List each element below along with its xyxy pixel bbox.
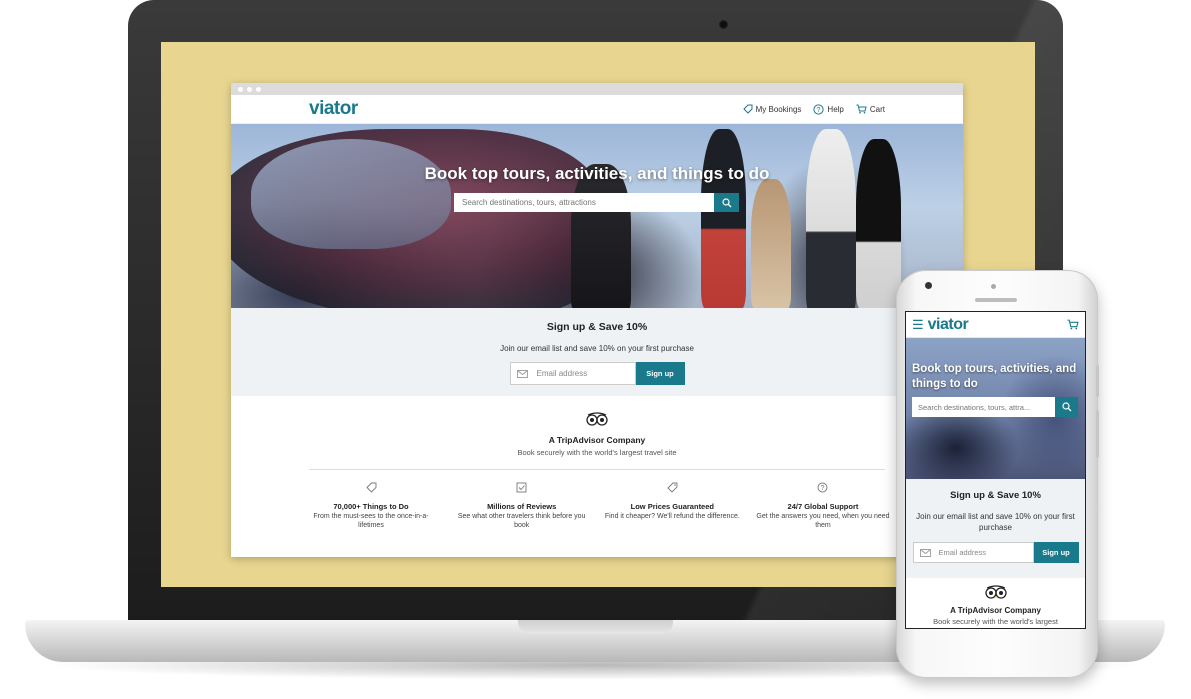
feature-item: ? 24/7 Global Support Get the answers yo… <box>753 480 893 531</box>
nav-label: Cart <box>869 104 885 114</box>
mobile-hero-title: Book top tours, activities, and things t… <box>912 363 1077 390</box>
tripadvisor-owl-icon <box>984 585 1007 599</box>
search-button[interactable] <box>714 193 739 212</box>
phone-volume-button <box>1096 410 1099 458</box>
browser-titlebar <box>231 83 963 95</box>
email-placeholder: Email address <box>536 369 588 378</box>
feature-title: 24/7 Global Support <box>787 502 859 511</box>
hero-banner: Book top tours, activities, and things t… <box>231 124 963 308</box>
phone-sensor <box>991 284 996 289</box>
hero-search <box>454 193 739 212</box>
signup-subtitle: Join our email list and save 10% on your… <box>500 344 694 353</box>
hamburger-menu-icon[interactable]: ☰ <box>912 318 924 331</box>
feature-desc: Find it cheaper? We'll refund the differ… <box>604 513 740 520</box>
cart-icon <box>856 104 867 114</box>
tag-icon <box>742 104 753 114</box>
mobile-signup-button[interactable]: Sign up <box>1033 542 1079 564</box>
feature-desc: From the must-sees to the once-in-a-life… <box>313 513 429 530</box>
svg-text:?: ? <box>821 485 825 492</box>
phone-camera-icon <box>925 282 932 289</box>
mobile-header: ☰ viator <box>906 312 1085 338</box>
mobile-signup-section: Sign up & Save 10% Join our email list a… <box>906 479 1085 578</box>
mobile-email-field[interactable]: Email address <box>912 542 1034 564</box>
svg-text:?: ? <box>817 107 821 114</box>
hero-image-person <box>571 164 631 308</box>
hero-image-person <box>701 129 746 308</box>
hero-title: Book top tours, activities, and things t… <box>424 164 770 183</box>
tripadvisor-title: A TripAdvisor Company <box>548 435 646 445</box>
help-circle-icon: ? <box>813 103 825 115</box>
mobile-search-input[interactable] <box>912 397 1055 417</box>
mobile-signup-subtitle: Join our email list and save 10% on your… <box>916 512 1075 533</box>
mobile-signup-form: Email address Sign up <box>906 542 1085 564</box>
window-dot-close-icon[interactable] <box>238 86 243 92</box>
feature-title: 70,000+ Things to Do <box>333 502 409 511</box>
hero-image-person <box>751 179 791 308</box>
cart-icon[interactable] <box>1067 319 1079 330</box>
header-nav: My Bookings ? Help Cart <box>742 103 885 115</box>
window-dot-maximize-icon[interactable] <box>256 86 261 92</box>
envelope-icon <box>919 548 931 557</box>
phone-power-button <box>1096 365 1099 397</box>
feature-item: Millions of Reviews See what other trave… <box>452 480 592 531</box>
mobile-hero-search <box>912 397 1078 417</box>
features-row: 70,000+ Things to Do From the must-sees … <box>231 470 963 531</box>
mobile-search-button[interactable] <box>1055 397 1078 417</box>
price-tag-icon <box>667 482 678 493</box>
feature-item: 70,000+ Things to Do From the must-sees … <box>301 480 441 531</box>
signup-section: Sign up & Save 10% Join our email list a… <box>231 308 963 396</box>
feature-desc: See what other travelers think before yo… <box>457 513 586 530</box>
tripadvisor-owl-icon <box>586 412 608 426</box>
nav-label: Help <box>827 104 844 114</box>
laptop-notch <box>518 620 673 634</box>
tag-icon <box>365 482 376 493</box>
site-header: viator My Bookings ? Help Cart <box>231 95 963 124</box>
mobile-tripadvisor-title: A TripAdvisor Company <box>950 606 1041 615</box>
search-input[interactable] <box>454 193 714 212</box>
checkbox-icon <box>516 482 527 493</box>
search-icon <box>721 197 731 207</box>
mobile-email-placeholder: Email address <box>938 548 987 558</box>
envelope-icon <box>516 369 528 378</box>
nav-my-bookings[interactable]: My Bookings <box>742 104 802 114</box>
mobile-hero-banner: Book top tours, activities, and things t… <box>906 338 1085 479</box>
mobile-tripadvisor-subtitle: Book securely with the world's largest t… <box>933 617 1058 628</box>
feature-title: Millions of Reviews <box>487 502 557 511</box>
viator-logo[interactable]: viator <box>928 316 969 334</box>
nav-help[interactable]: ? Help <box>813 103 844 115</box>
mobile-header-left: ☰ viator <box>912 316 969 334</box>
feature-desc: Get the answers you need, when you need … <box>756 513 890 530</box>
feature-title: Low Prices Guaranteed <box>630 502 714 511</box>
phone-device: ☰ viator Book top tours, activities, and… <box>896 270 1099 678</box>
window-dot-minimize-icon[interactable] <box>247 86 252 92</box>
mobile-tripadvisor-section: A TripAdvisor Company Book securely with… <box>906 578 1085 628</box>
tripadvisor-section: A TripAdvisor Company Book securely with… <box>231 396 963 457</box>
feature-item: Low Prices Guaranteed Find it cheaper? W… <box>602 480 742 531</box>
email-field[interactable]: Email address <box>509 362 636 385</box>
signup-form: Email address Sign up <box>231 362 963 385</box>
browser-window: viator My Bookings ? Help Cart Book top … <box>231 83 963 557</box>
laptop-camera-icon <box>719 20 728 29</box>
hero-image-person <box>806 129 856 308</box>
helicopter-image <box>231 129 601 308</box>
phone-speaker <box>975 298 1017 302</box>
search-icon <box>1061 402 1071 412</box>
signup-title: Sign up & Save 10% <box>546 321 648 333</box>
signup-button[interactable]: Sign up <box>635 362 685 385</box>
nav-cart[interactable]: Cart <box>856 104 885 114</box>
phone-screen: ☰ viator Book top tours, activities, and… <box>905 311 1086 629</box>
help-circle-icon: ? <box>818 482 828 493</box>
viator-logo[interactable]: viator <box>309 98 358 120</box>
tripadvisor-subtitle: Book securely with the world's largest t… <box>517 448 677 457</box>
nav-label: My Bookings <box>755 104 802 114</box>
mobile-signup-title: Sign up & Save 10% <box>950 490 1041 501</box>
